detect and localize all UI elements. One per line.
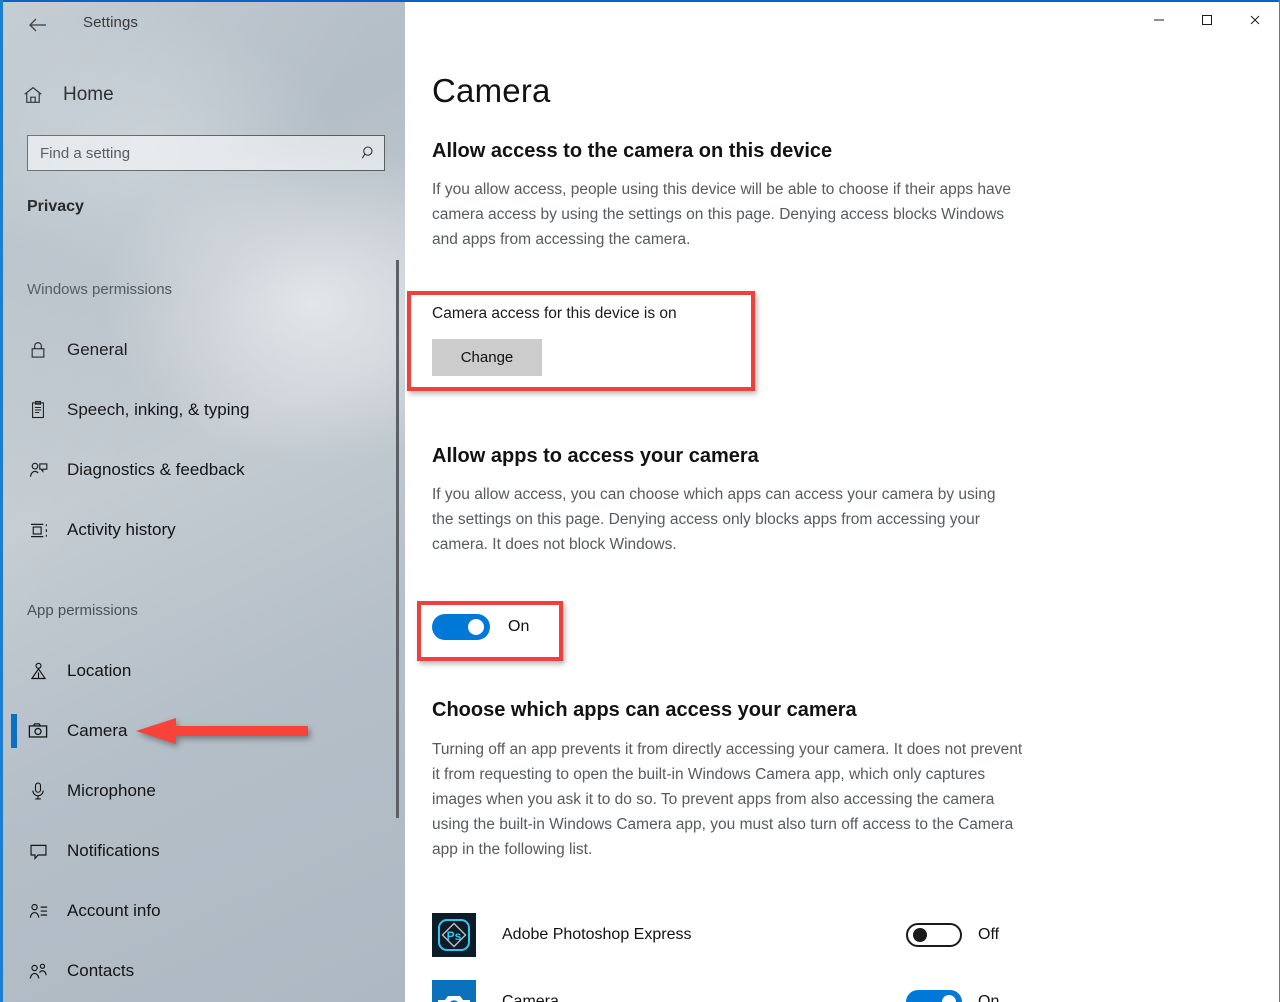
camera-icon <box>25 720 51 742</box>
selection-indicator <box>11 393 17 427</box>
selection-indicator <box>11 894 17 928</box>
close-icon[interactable] <box>1231 2 1279 38</box>
person-feedback-icon <box>25 460 51 481</box>
sidebar-group-windows-permissions: Windows permissions <box>27 281 173 298</box>
selection-indicator <box>11 714 17 748</box>
contacts-icon <box>25 961 51 982</box>
change-button[interactable]: Change <box>432 339 542 376</box>
sidebar-category-title: Privacy <box>27 198 84 215</box>
sidebar-item-label: Speech, inking, & typing <box>67 400 250 419</box>
sidebar-item-label: Contacts <box>67 961 135 980</box>
sidebar-item-label: General <box>67 340 128 359</box>
search-input[interactable] <box>28 136 354 170</box>
settings-window: Settings Home Privacy Windows permission… <box>0 0 1280 1002</box>
sidebar-item-contacts[interactable]: Contacts <box>3 951 405 991</box>
home-label: Home <box>63 84 114 105</box>
sidebar-item-account-info[interactable]: Account info <box>3 891 405 931</box>
sidebar-item-activity-history[interactable]: Activity history <box>3 510 405 550</box>
sidebar-item-label: Activity history <box>67 520 176 539</box>
section-heading-apps-access: Allow apps to access your camera <box>432 445 759 467</box>
minimize-icon[interactable] <box>1135 2 1183 38</box>
app-list-item-photoshop-express: Ps Adobe Photoshop Express Off <box>432 907 1012 963</box>
sidebar-item-home[interactable]: Home <box>21 80 114 110</box>
sidebar-item-label: Location <box>67 661 132 680</box>
microphone-icon <box>25 781 51 801</box>
app-toggle[interactable] <box>906 990 962 1002</box>
sidebar-item-diagnostics-feedback[interactable]: Diagnostics & feedback <box>3 450 405 490</box>
selection-indicator <box>11 654 17 688</box>
sidebar: Settings Home Privacy Windows permission… <box>3 2 405 1002</box>
selection-indicator <box>11 954 17 988</box>
section-heading-choose-apps: Choose which apps can access your camera <box>432 699 857 721</box>
app-name: Adobe Photoshop Express <box>502 926 692 943</box>
maximize-icon[interactable] <box>1183 2 1231 38</box>
back-arrow-icon[interactable] <box>25 12 51 38</box>
apps-access-toggle-label: On <box>508 618 530 635</box>
account-info-icon <box>25 901 51 922</box>
location-pin-person-icon <box>25 661 51 682</box>
sidebar-item-microphone[interactable]: Microphone <box>3 771 405 811</box>
search-icon[interactable] <box>354 144 384 162</box>
windows-camera-app-icon <box>432 980 476 1002</box>
app-toggle-group: Off <box>906 923 1012 947</box>
sidebar-item-notifications[interactable]: Notifications <box>3 831 405 871</box>
selection-indicator <box>11 333 17 367</box>
toggle-knob <box>942 995 956 1002</box>
sidebar-item-camera[interactable]: Camera <box>3 711 405 751</box>
toggle-knob <box>468 619 484 635</box>
sidebar-item-label: Notifications <box>67 841 160 860</box>
section-description-choose-apps: Turning off an app prevents it from dire… <box>432 741 1023 858</box>
app-toggle-label: On <box>978 993 1000 1002</box>
window-controls <box>1135 2 1279 38</box>
sidebar-item-general[interactable]: General <box>3 330 405 370</box>
page-title: Camera <box>432 72 551 109</box>
activity-history-icon <box>25 520 51 541</box>
sidebar-group-app-permissions: App permissions <box>27 602 138 619</box>
sidebar-item-location[interactable]: Location <box>3 651 405 691</box>
app-toggle-label: Off <box>978 926 1000 943</box>
lock-icon <box>25 340 51 360</box>
app-list-item-camera: Camera On <box>432 974 1012 1002</box>
photoshop-express-icon: Ps <box>432 913 476 957</box>
search-box[interactable] <box>27 135 385 171</box>
section-description-device-access: If you allow access, people using this d… <box>432 181 1012 248</box>
apps-access-toggle[interactable] <box>432 614 490 640</box>
apps-access-toggle-row: On <box>432 614 529 640</box>
clipboard-pen-icon <box>25 400 51 420</box>
home-icon <box>21 83 45 107</box>
sidebar-item-label: Camera <box>67 721 128 740</box>
sidebar-item-label: Account info <box>67 901 161 920</box>
section-description-apps-access: If you allow access, you can choose whic… <box>432 486 996 553</box>
sidebar-scrollbar[interactable] <box>396 260 399 818</box>
selection-indicator <box>11 774 17 808</box>
section-heading-device-access: Allow access to the camera on this devic… <box>432 140 833 162</box>
sidebar-item-label: Microphone <box>67 781 156 800</box>
app-name: Camera <box>502 993 559 1002</box>
app-toggle-group: On <box>906 990 1012 1002</box>
sidebar-item-label: Diagnostics & feedback <box>67 460 245 479</box>
sidebar-titlebar: Settings <box>3 2 405 48</box>
app-toggle[interactable] <box>906 923 962 947</box>
selection-indicator <box>11 513 17 547</box>
device-access-status: Camera access for this device is on <box>432 305 677 322</box>
svg-text:Ps: Ps <box>447 929 462 943</box>
selection-indicator <box>11 453 17 487</box>
sidebar-item-speech-inking-typing[interactable]: Speech, inking, & typing <box>3 390 405 430</box>
selection-indicator <box>11 834 17 868</box>
notification-bubble-icon <box>25 841 51 862</box>
toggle-knob <box>913 928 927 942</box>
window-title: Settings <box>83 14 138 31</box>
main-content: Camera Allow access to the camera on thi… <box>405 2 1279 1002</box>
